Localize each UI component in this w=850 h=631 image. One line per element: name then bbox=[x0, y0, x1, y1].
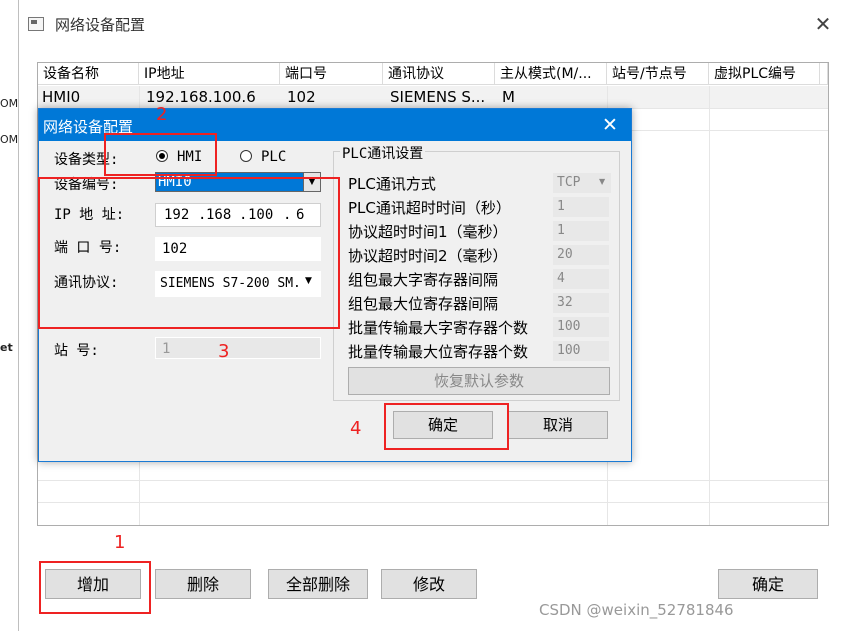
ok-button[interactable]: 确定 bbox=[718, 569, 818, 599]
bit-gap-input[interactable]: 32 bbox=[553, 293, 609, 313]
cell-mode: M bbox=[502, 88, 515, 106]
delete-button[interactable]: 删除 bbox=[155, 569, 251, 599]
plc-timeout-input[interactable]: 1 bbox=[553, 197, 609, 217]
annotation-box-4 bbox=[384, 403, 509, 450]
protocol-timeout2-input[interactable]: 20 bbox=[553, 245, 609, 265]
annotation-number-1: 1 bbox=[114, 532, 126, 553]
column-header-station[interactable]: 站号/节点号 bbox=[607, 63, 709, 85]
cell-virtual-plc bbox=[712, 86, 820, 108]
background-edge-label: et bbox=[0, 341, 13, 354]
radio-plc[interactable] bbox=[240, 150, 252, 162]
annotation-number-3: 3 bbox=[218, 341, 230, 362]
close-icon[interactable]: ✕ bbox=[595, 113, 625, 137]
max-bit-count-input[interactable]: 100 bbox=[553, 341, 609, 361]
cell-name: HMI0 bbox=[42, 88, 81, 106]
dialog-cancel-button[interactable]: 取消 bbox=[508, 411, 608, 439]
protocol-timeout1-label: 协议超时时间1（毫秒） bbox=[348, 223, 508, 241]
word-gap-label: 组包最大字寄存器间隔 bbox=[348, 271, 499, 289]
column-header-virtual-plc[interactable]: 虚拟PLC编号 bbox=[709, 63, 820, 85]
plc-timeout-label: PLC通讯超时时间（秒） bbox=[348, 199, 511, 217]
column-header-filler bbox=[820, 63, 828, 85]
window-title: 网络设备配置 bbox=[55, 16, 146, 34]
station-input[interactable]: 1 bbox=[155, 337, 321, 359]
max-word-count-input[interactable]: 100 bbox=[553, 317, 609, 337]
column-header-mode[interactable]: 主从模式(M/... bbox=[495, 63, 607, 85]
station-label: 站 号: bbox=[54, 343, 99, 359]
cell-port: 102 bbox=[287, 88, 316, 106]
annotation-number-4: 4 bbox=[350, 418, 362, 439]
max-word-count-label: 批量传输最大字寄存器个数 bbox=[348, 319, 529, 337]
grid-line bbox=[709, 86, 710, 525]
grid-line bbox=[38, 502, 828, 503]
annotation-box-1 bbox=[39, 561, 151, 614]
column-header-protocol[interactable]: 通讯协议 bbox=[383, 63, 495, 85]
modify-button[interactable]: 修改 bbox=[381, 569, 477, 599]
grid-line bbox=[38, 480, 828, 481]
protocol-timeout1-input[interactable]: 1 bbox=[553, 221, 609, 241]
watermark: CSDN @weixin_52781846 bbox=[539, 601, 734, 619]
plc-settings-title: PLC通讯设置 bbox=[340, 143, 426, 163]
word-gap-input[interactable]: 4 bbox=[553, 269, 609, 289]
column-header-name[interactable]: 设备名称 bbox=[38, 63, 139, 85]
app-icon bbox=[28, 17, 44, 31]
cell-station bbox=[610, 86, 709, 108]
annotation-box-3 bbox=[38, 177, 340, 329]
close-icon[interactable]: ✕ bbox=[811, 12, 835, 36]
annotation-box-2 bbox=[104, 133, 217, 176]
column-header-ip[interactable]: IP地址 bbox=[139, 63, 280, 85]
radio-plc-label[interactable]: PLC bbox=[261, 149, 286, 165]
bit-gap-label: 组包最大位寄存器间隔 bbox=[348, 295, 499, 313]
column-header-port[interactable]: 端口号 bbox=[280, 63, 383, 85]
plc-mode-label: PLC通讯方式 bbox=[348, 175, 436, 193]
annotation-number-2: 2 bbox=[156, 104, 168, 125]
max-bit-count-label: 批量传输最大位寄存器个数 bbox=[348, 343, 529, 361]
chevron-down-icon[interactable]: ▼ bbox=[599, 177, 605, 186]
delete-all-button[interactable]: 全部删除 bbox=[268, 569, 368, 599]
cell-protocol: SIEMENS S... bbox=[390, 88, 486, 106]
protocol-timeout2-label: 协议超时时间2（毫秒） bbox=[348, 247, 508, 265]
restore-defaults-button[interactable]: 恢复默认参数 bbox=[348, 367, 610, 395]
